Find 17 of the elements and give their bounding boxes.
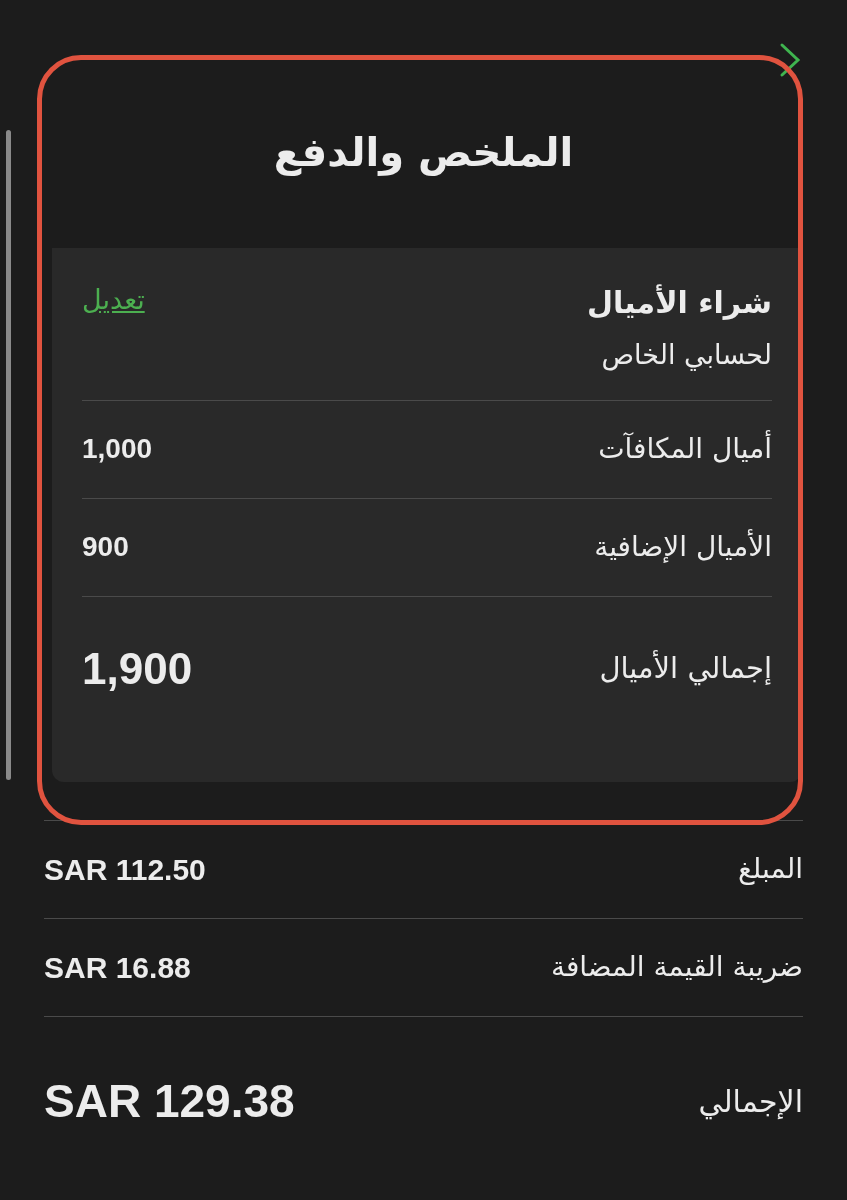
total-miles-value: 1,900 [82,643,193,695]
total-miles-label: إجمالي الأميال [599,649,772,688]
row-value: SAR 16.88 [44,949,191,986]
row-value: 1,000 [82,432,153,466]
row-label: المبلغ [737,851,803,887]
row-value: SAR 112.50 [44,851,206,888]
row-label: ضريبة القيمة المضافة [550,949,803,985]
grand-total-value: SAR 129.38 [44,1074,295,1129]
purchase-title: شراء الأميال [587,283,772,322]
row-value: 900 [82,530,129,564]
row-label: أميال المكافآت [598,429,772,467]
chevron-right-icon[interactable] [778,42,802,78]
edit-link[interactable]: تعديل [82,280,145,321]
page-title: الملخص والدفع [273,127,574,178]
row-label: الأميال الإضافية [594,528,772,565]
grand-total-label: الإجمالي [698,1083,803,1122]
purchase-subtitle: لحسابي الخاص [600,338,772,373]
